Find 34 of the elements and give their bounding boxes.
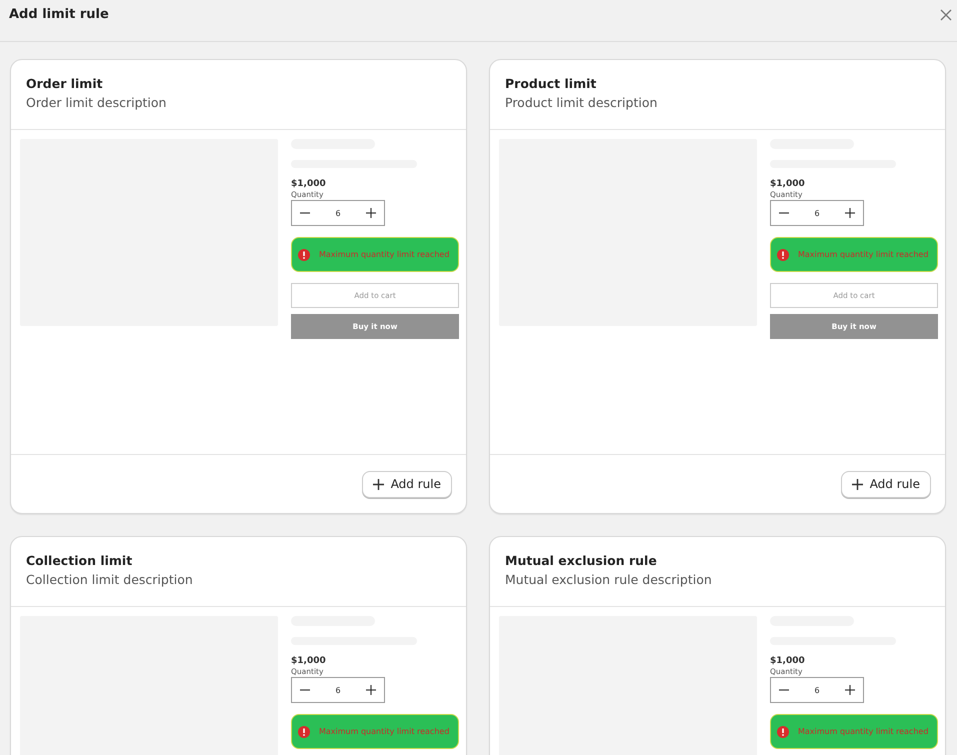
card-description: Product limit description <box>505 95 658 110</box>
product-price: $1,000 <box>291 179 326 189</box>
product-price: $1,000 <box>770 656 805 666</box>
quantity-stepper[interactable]: 6 <box>770 677 864 703</box>
plus-icon[interactable] <box>366 208 376 218</box>
message-text: Maximum quantity limit reached <box>319 250 450 259</box>
product-price: $1,000 <box>770 179 805 189</box>
add-rule-button[interactable]: Add rule <box>362 470 452 498</box>
card-description: Collection limit description <box>26 572 194 587</box>
quantity-stepper[interactable]: 6 <box>291 200 385 226</box>
message-text: Maximum quantity limit reached <box>798 727 928 736</box>
add-rule-button[interactable]: Add rule <box>840 470 931 498</box>
plus-icon[interactable] <box>845 685 855 695</box>
error-icon <box>777 248 789 260</box>
plus-icon <box>372 478 384 490</box>
message-text: Maximum quantity limit reached <box>798 250 928 259</box>
quantity-stepper[interactable]: 6 <box>291 677 385 703</box>
close-icon[interactable] <box>940 9 952 21</box>
quantity-stepper[interactable]: 6 <box>770 200 864 226</box>
card-title: Collection limit <box>26 553 134 568</box>
card-title: Order limit <box>26 76 104 91</box>
message-text: Maximum quantity limit reached <box>319 727 450 736</box>
plus-icon[interactable] <box>845 208 855 218</box>
card-description: Order limit description <box>26 95 168 110</box>
error-icon <box>298 726 310 738</box>
plus-icon <box>852 478 863 490</box>
error-icon <box>298 248 310 260</box>
dialog-title: Add limit rule <box>9 7 109 22</box>
card-title: Product limit <box>505 76 598 91</box>
product-price: $1,000 <box>291 656 326 666</box>
error-icon <box>777 726 789 738</box>
card-description: Mutual exclusion rule description <box>505 572 713 587</box>
plus-icon[interactable] <box>366 685 376 695</box>
card-title: Mutual exclusion rule <box>505 553 658 568</box>
